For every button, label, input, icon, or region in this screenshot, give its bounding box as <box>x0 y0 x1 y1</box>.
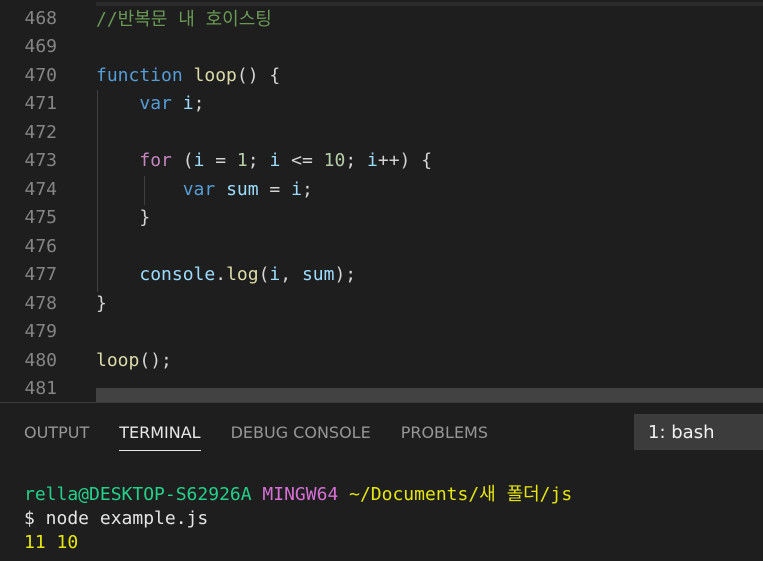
line-number: 473 <box>24 150 57 172</box>
line-number: 476 <box>24 235 57 257</box>
code-token: 10 <box>323 150 346 172</box>
terminal-user: rella@DESKTOP-S62926A <box>24 484 252 505</box>
line-number: 475 <box>24 207 57 229</box>
code-token: loop <box>193 64 237 86</box>
terminal-env: MINGW64 <box>262 484 339 505</box>
code-token: , <box>280 264 302 286</box>
indent-guide-inner <box>144 176 145 205</box>
line-number: 474 <box>24 178 57 200</box>
code-token: = <box>258 178 292 200</box>
line-number: 468 <box>24 7 57 29</box>
code-token: ; <box>345 150 368 172</box>
code-token: ; <box>301 178 313 200</box>
code-token: var <box>182 178 216 200</box>
terminal-selector-label: 1: bash <box>648 421 715 443</box>
code-token: i <box>193 150 205 172</box>
code-token: i <box>182 93 194 115</box>
code-token: ; <box>247 150 270 172</box>
code-token: var <box>139 93 172 115</box>
line-number: 478 <box>24 292 57 314</box>
code-token: loop <box>96 349 140 371</box>
code-token: ; <box>193 93 205 115</box>
code-token: ( <box>258 264 270 286</box>
line-number: 469 <box>24 36 57 58</box>
code-token: ++) { <box>377 150 433 172</box>
code-line[interactable]: 478} <box>0 289 763 318</box>
panel-tabs: OUTPUT TERMINAL DEBUG CONSOLE PROBLEMS <box>24 423 488 451</box>
horizontal-scrollbar[interactable] <box>96 388 763 402</box>
code-token: i <box>291 178 302 200</box>
code-line[interactable]: 476 <box>0 232 763 261</box>
line-number: 477 <box>24 264 57 286</box>
line-number: 470 <box>24 64 57 86</box>
line-code: var i; <box>96 93 204 114</box>
line-number: 481 <box>24 378 57 400</box>
line-number: 479 <box>24 321 57 343</box>
code-token: } <box>96 292 107 314</box>
line-number: 471 <box>24 93 57 115</box>
terminal-selector[interactable]: 1: bash <box>634 414 763 450</box>
line-code: } <box>96 207 150 228</box>
line-code: loop(); <box>96 350 172 371</box>
tab-problems[interactable]: PROBLEMS <box>401 423 488 451</box>
code-token: = <box>204 150 237 172</box>
tab-debug-console[interactable]: DEBUG CONSOLE <box>231 423 371 451</box>
code-line[interactable]: 473 for (i = 1; i <= 10; i++) { <box>0 147 763 176</box>
code-token: sum <box>301 264 335 286</box>
line-code: function loop() { <box>96 65 280 86</box>
code-token: function <box>96 64 183 86</box>
code-line[interactable]: 470 function loop() { <box>0 61 763 90</box>
code-line[interactable]: 472 <box>0 118 763 147</box>
indent-guide <box>97 90 98 292</box>
code-line[interactable]: 468 //반복문 내 호이스팅 <box>0 4 763 33</box>
bottom-panel: OUTPUT TERMINAL DEBUG CONSOLE PROBLEMS 1… <box>0 402 763 561</box>
code-token: ( <box>171 150 194 172</box>
code-token: <= <box>280 150 324 172</box>
terminal-command[interactable]: $ node example.js <box>24 507 208 531</box>
code-token: } <box>96 207 151 229</box>
code-line[interactable]: 474 var sum = i; <box>0 175 763 204</box>
code-editor[interactable]: 468//반복문 내 호이스팅 469 470 function loop() {47… <box>0 0 763 402</box>
code-line[interactable]: 471 var i; <box>0 90 763 119</box>
code-token: sum <box>226 178 259 200</box>
code-token: i <box>269 264 281 286</box>
code-token: //반복문 내 호이스팅 <box>96 9 272 31</box>
code-line[interactable]: 480 loop(); <box>0 346 763 375</box>
line-code: var sum = i; <box>96 179 313 200</box>
line-code: } <box>96 293 107 314</box>
code-token: log <box>226 264 259 286</box>
line-code: for (i = 1; i <= 10; i++) { <box>96 150 432 171</box>
code-line[interactable]: 477 console.log(i, sum); <box>0 261 763 290</box>
code-token: (); <box>139 349 172 371</box>
code-line[interactable]: 469 <box>0 33 763 62</box>
line-number: 472 <box>24 121 57 143</box>
code-token: . <box>215 264 227 286</box>
line-code: console.log(i, sum); <box>96 264 356 285</box>
line-number: 480 <box>24 349 57 371</box>
code-token: () { <box>236 64 281 86</box>
code-token: i <box>367 150 378 172</box>
code-line[interactable]: 475 } <box>0 204 763 233</box>
code-token: ); <box>334 264 357 286</box>
terminal-path: ~/Documents/새 폴더/js <box>349 484 573 505</box>
code-token: 1 <box>236 150 248 172</box>
code-token: console <box>139 264 216 286</box>
code-line[interactable]: 479 <box>0 318 763 347</box>
code-token: i <box>269 150 281 172</box>
tab-terminal[interactable]: TERMINAL <box>119 423 201 451</box>
tab-output[interactable]: OUTPUT <box>24 423 89 451</box>
line-code: //반복문 내 호이스팅 <box>96 5 272 31</box>
terminal-prompt-line: rella@DESKTOP-S62926A MINGW64 ~/Document… <box>24 483 572 507</box>
terminal-output: 11 10 <box>24 532 79 553</box>
code-token: for <box>139 150 172 172</box>
